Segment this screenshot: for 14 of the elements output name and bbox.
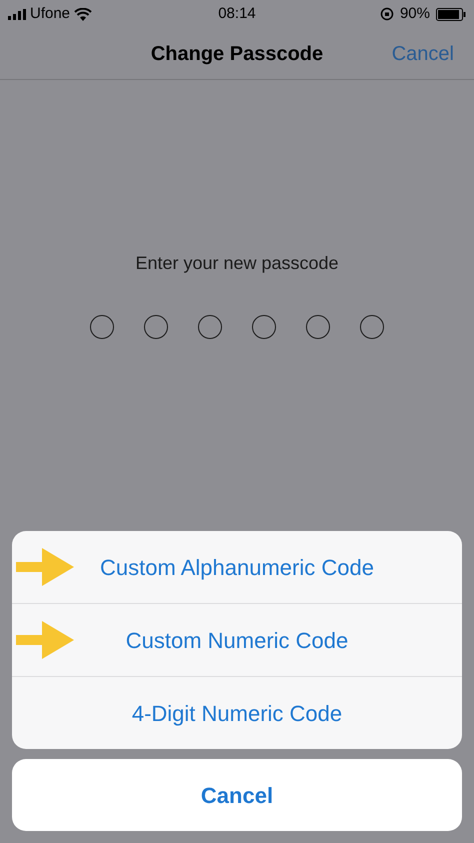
sheet-option[interactable]: Custom Numeric Code [12,604,462,676]
cancel-link[interactable]: Cancel [392,38,454,68]
battery-percent: 90% [400,4,430,24]
cancel-button[interactable]: Cancel [12,759,462,831]
sheet-option[interactable]: Custom Alphanumeric Code [12,531,462,603]
battery-icon [436,8,466,20]
wifi-icon [74,8,92,20]
status-time: 08:14 [218,4,256,24]
screen-title: Change Passcode [150,42,324,66]
passcode-prompt: Enter your new passcode [135,252,339,275]
rotation-lock-icon [380,7,394,21]
carrier-name: Ufone [30,4,70,24]
sheet-option[interactable]: 4-Digit Numeric Code [12,677,462,749]
signal-icon [8,8,26,20]
